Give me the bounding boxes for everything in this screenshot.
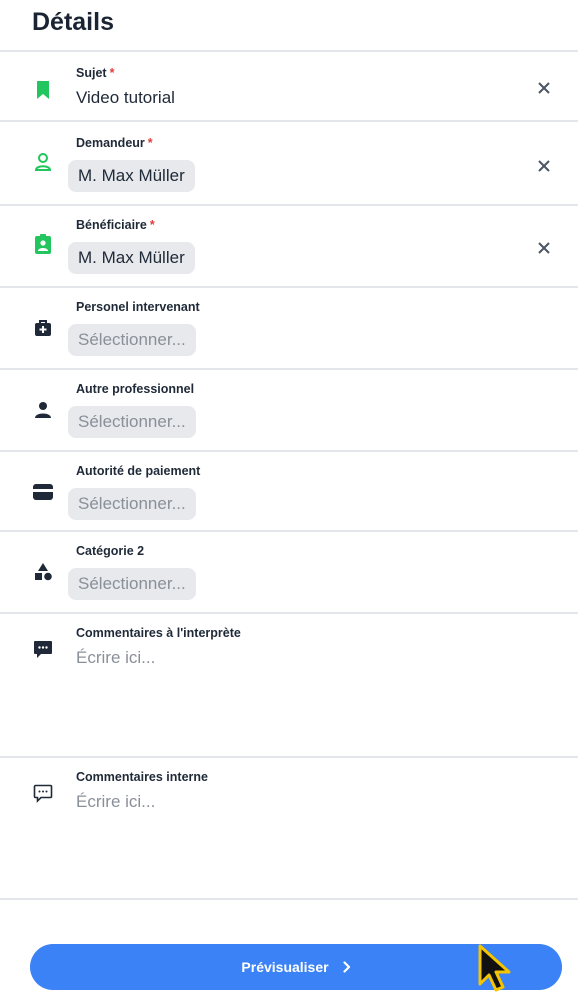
page-title: Détails bbox=[32, 8, 114, 36]
category2-label: Catégorie 2 bbox=[76, 544, 145, 558]
bookmark-icon bbox=[33, 80, 53, 100]
category2-select[interactable]: Sélectionner... bbox=[68, 568, 196, 600]
footer-divider bbox=[0, 898, 578, 900]
internal-comments-textarea[interactable]: Écrire ici... bbox=[76, 792, 155, 812]
payment-authority-label: Autorité de paiement bbox=[76, 464, 201, 478]
internal-comments-label: Commentaires interne bbox=[76, 770, 208, 784]
required-asterisk: * bbox=[109, 66, 115, 80]
field-category2[interactable]: Catégorie 2 Sélectionner... bbox=[0, 532, 578, 614]
other-professional-select[interactable]: Sélectionner... bbox=[68, 406, 196, 438]
user-outline-icon bbox=[33, 152, 53, 172]
id-badge-icon bbox=[33, 234, 53, 254]
other-professional-label: Autre professionnel bbox=[76, 382, 195, 396]
medical-bag-icon bbox=[33, 318, 53, 338]
clear-beneficiary-icon[interactable] bbox=[536, 240, 552, 256]
staff-select[interactable]: Sélectionner... bbox=[68, 324, 196, 356]
chat-outline-icon bbox=[33, 784, 53, 804]
field-other-professional[interactable]: Autre professionnel Sélectionner... bbox=[0, 370, 578, 452]
field-requester[interactable]: Demandeur * M. Max Müller bbox=[0, 122, 578, 206]
requester-value-chip[interactable]: M. Max Müller bbox=[68, 160, 195, 192]
interpreter-comments-textarea[interactable]: Écrire ici... bbox=[76, 648, 155, 668]
required-asterisk: * bbox=[147, 136, 153, 150]
field-beneficiary[interactable]: Bénéficiaire * M. Max Müller bbox=[0, 206, 578, 288]
field-subject[interactable]: Sujet * Video tutorial bbox=[0, 54, 578, 122]
interpreter-comments-label: Commentaires à l'interprète bbox=[76, 626, 241, 640]
chevron-right-icon bbox=[342, 961, 351, 973]
field-internal-comments[interactable]: Commentaires interne Écrire ici... bbox=[0, 758, 578, 898]
person-icon bbox=[33, 400, 53, 420]
payment-authority-select[interactable]: Sélectionner... bbox=[68, 488, 196, 520]
credit-card-icon bbox=[33, 482, 53, 502]
preview-button-label: Prévisualiser bbox=[241, 959, 329, 975]
field-interpreter-comments[interactable]: Commentaires à l'interprète Écrire ici..… bbox=[0, 614, 578, 758]
mouse-pointer-icon bbox=[478, 944, 511, 992]
chat-filled-icon bbox=[33, 640, 53, 660]
beneficiary-value-chip[interactable]: M. Max Müller bbox=[68, 242, 195, 274]
clear-subject-icon[interactable] bbox=[536, 80, 552, 96]
requester-label: Demandeur bbox=[76, 136, 145, 150]
details-header: Détails bbox=[0, 0, 578, 52]
beneficiary-label: Bénéficiaire bbox=[76, 218, 147, 232]
subject-value[interactable]: Video tutorial bbox=[76, 88, 175, 108]
staff-label: Personel intervenant bbox=[76, 300, 200, 314]
required-asterisk: * bbox=[149, 218, 155, 232]
shapes-icon bbox=[33, 562, 53, 582]
subject-label: Sujet bbox=[76, 66, 107, 80]
field-staff[interactable]: Personel intervenant Sélectionner... bbox=[0, 288, 578, 370]
field-payment-authority[interactable]: Autorité de paiement Sélectionner... bbox=[0, 452, 578, 532]
clear-requester-icon[interactable] bbox=[536, 158, 552, 174]
